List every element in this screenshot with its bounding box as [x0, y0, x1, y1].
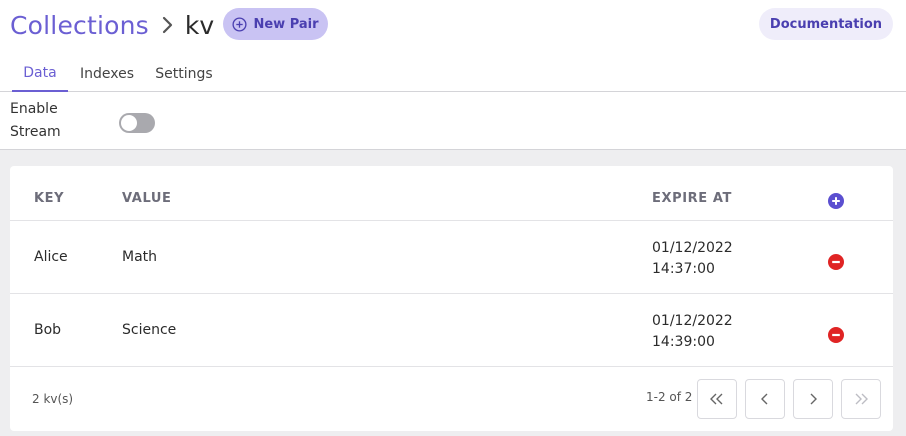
- kv-table: KEY VALUE EXPIRE AT Alice Math 01/12/202…: [10, 166, 893, 431]
- record-count: 2 kv(s): [32, 392, 74, 406]
- cell-value: Math: [122, 249, 158, 265]
- stream-setting: Enable Stream: [0, 92, 906, 150]
- cell-expire-at: 01/12/2022 14:39:00: [652, 313, 733, 350]
- double-chevron-left-icon: [709, 392, 725, 406]
- cell-key: Bob: [34, 322, 62, 338]
- table-row: Alice Math 01/12/2022 14:37:00: [10, 221, 893, 294]
- delete-row-icon[interactable]: [828, 254, 844, 270]
- column-header-key: KEY: [34, 191, 65, 206]
- first-page-button[interactable]: [697, 379, 737, 419]
- next-page-button[interactable]: [793, 379, 833, 419]
- header: Collections kv New Pair Documentation: [0, 0, 906, 52]
- new-pair-label: New Pair: [253, 16, 319, 32]
- column-header-value: VALUE: [122, 191, 172, 206]
- previous-page-button[interactable]: [745, 379, 785, 419]
- delete-row-icon[interactable]: [828, 327, 844, 343]
- table-header: KEY VALUE EXPIRE AT: [10, 166, 893, 221]
- breadcrumb-collections-link[interactable]: Collections: [10, 11, 149, 40]
- tab-bar: Data Indexes Settings: [0, 56, 906, 92]
- new-pair-button[interactable]: New Pair: [223, 8, 328, 40]
- plus-circle-icon: [232, 16, 248, 32]
- tab-indexes[interactable]: Indexes: [80, 56, 134, 92]
- add-row-icon[interactable]: [828, 193, 844, 209]
- cell-expire-at: 01/12/2022 14:37:00: [652, 240, 733, 277]
- table-row: Bob Science 01/12/2022 14:39:00: [10, 294, 893, 367]
- chevron-right-icon: [157, 11, 179, 39]
- enable-stream-label: Enable Stream: [10, 101, 61, 140]
- chevron-left-icon: [760, 392, 770, 406]
- double-chevron-right-icon: [853, 392, 869, 406]
- page-title: kv: [184, 10, 215, 40]
- tab-settings[interactable]: Settings: [150, 56, 218, 92]
- enable-stream-toggle[interactable]: [119, 113, 155, 133]
- chevron-right-icon: [808, 392, 818, 406]
- last-page-button[interactable]: [841, 379, 881, 419]
- breadcrumb: Collections kv: [10, 8, 214, 42]
- cell-key: Alice: [34, 249, 68, 265]
- cell-value: Science: [122, 322, 177, 338]
- column-header-expire-at: EXPIRE AT: [652, 191, 733, 206]
- documentation-button[interactable]: Documentation: [759, 8, 893, 40]
- toggle-knob: [121, 115, 137, 131]
- pagination-range: 1-2 of 2: [646, 390, 693, 404]
- tab-data[interactable]: Data: [12, 56, 68, 92]
